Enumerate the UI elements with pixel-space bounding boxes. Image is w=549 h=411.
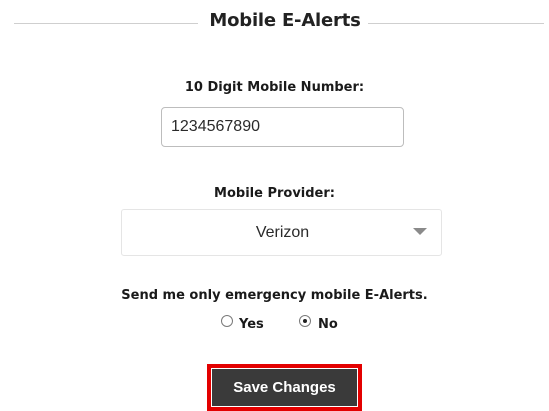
mobile-provider-value: Verizon xyxy=(255,224,310,241)
radio-no[interactable] xyxy=(299,315,311,327)
save-changes-button[interactable]: Save Changes xyxy=(212,369,357,406)
section-title: Mobile E-Alerts xyxy=(209,10,361,31)
radio-yes-label[interactable]: Yes xyxy=(239,317,264,332)
emergency-alerts-question: Send me only emergency mobile E-Alerts. xyxy=(121,288,428,303)
header-divider-right xyxy=(368,23,544,24)
radio-yes[interactable] xyxy=(221,315,233,327)
emergency-alerts-radio-group: Yes No xyxy=(213,313,353,333)
mobile-number-input[interactable] xyxy=(161,107,404,147)
radio-no-label[interactable]: No xyxy=(318,317,338,332)
mobile-provider-select[interactable]: Verizon xyxy=(121,209,442,256)
mobile-number-label: 10 Digit Mobile Number: xyxy=(184,80,365,95)
section-header: Mobile E-Alerts xyxy=(0,6,549,36)
header-divider-left xyxy=(14,23,198,24)
chevron-down-icon xyxy=(413,228,427,235)
mobile-provider-label: Mobile Provider: xyxy=(214,186,335,201)
